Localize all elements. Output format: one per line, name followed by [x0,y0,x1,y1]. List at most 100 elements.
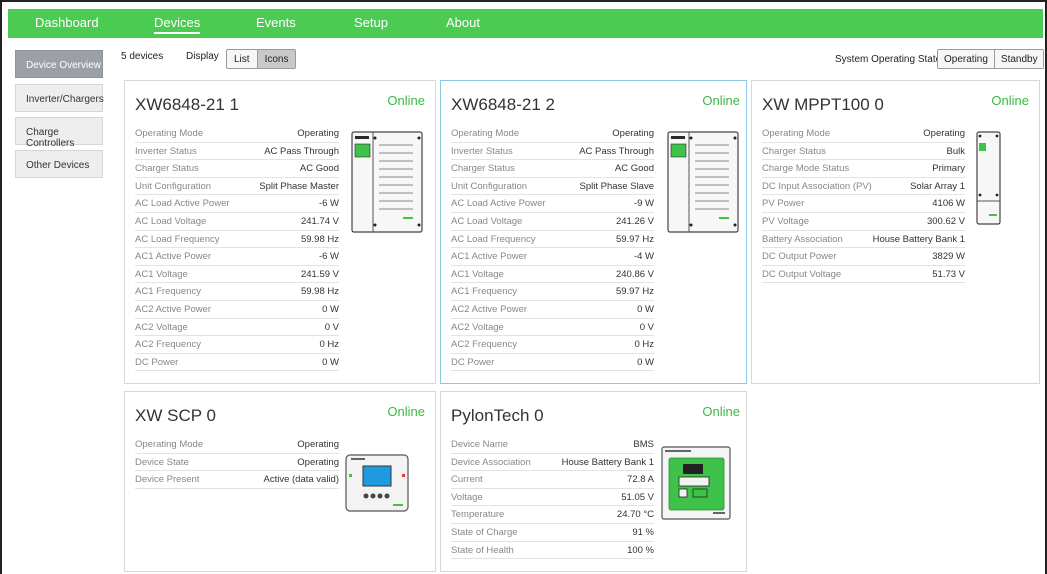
property-value: AC Good [299,163,339,175]
property-label: State of Health [451,544,514,556]
property-label: Unit Configuration [135,180,212,192]
property-value: 241.74 V [300,215,339,227]
property-value: AC Pass Through [579,145,654,157]
property-row: AC2 Active Power 0 W [135,301,339,319]
property-row: Charger Status AC Good [451,160,654,178]
property-label: AC1 Frequency [135,286,202,298]
property-label: DC Output Power [762,251,837,263]
device-card-pylontech[interactable]: PylonTech 0 Online Device Name BMS Device… [440,391,747,572]
property-value: House Battery Bank 1 [872,233,965,245]
property-value: Split Phase Master [259,180,339,192]
property-row: DC Output Voltage 51.73 V [762,266,965,284]
property-row: PV Power 4106 W [762,195,965,213]
property-row: Current 72.8 A [451,471,654,489]
property-label: PV Voltage [762,215,810,227]
property-value: 59.97 Hz [615,233,654,245]
nav-dashboard[interactable]: Dashboard [35,15,99,30]
property-label: AC1 Voltage [135,268,188,280]
property-label: AC Load Voltage [451,215,523,227]
property-value: 59.98 Hz [300,286,339,298]
property-label: AC1 Active Power [135,251,212,263]
device-title: XW6848-21 2 [451,95,555,114]
property-value: Bulk [946,145,965,157]
property-value: -9 W [633,198,654,210]
property-row: PV Voltage 300.62 V [762,213,965,231]
device-card-xw6848-1[interactable]: XW6848-21 1 Online Operating Mode Operati… [124,80,436,384]
property-row: AC Load Voltage 241.74 V [135,213,339,231]
device-status: Online [387,93,425,108]
property-value: AC Good [614,163,654,175]
device-card-mppt100[interactable]: XW MPPT100 0 Online Operating Mode Operat… [751,80,1040,384]
property-row: AC2 Frequency 0 Hz [135,336,339,354]
sidebar-item-other-devices[interactable]: Other Devices [15,150,103,178]
property-row: Charge Mode Status Primary [762,160,965,178]
property-label: AC2 Frequency [451,339,518,351]
property-label: AC2 Voltage [135,321,188,333]
property-label: Operating Mode [135,439,204,450]
property-row: Operating Mode Operating [762,125,965,143]
property-value: 91 % [632,526,654,538]
property-value: 0 V [324,321,339,333]
property-row: Device State Operating [135,454,339,472]
property-value: 4106 W [932,198,965,210]
sidebar-item-device-overview[interactable]: Device Overview [15,50,103,78]
property-label: Current [451,474,483,486]
display-icons-button[interactable]: Icons [256,50,296,68]
property-label: Battery Association [762,233,843,245]
property-row: Operating Mode Operating [135,436,339,454]
nav-about[interactable]: About [446,15,480,30]
property-label: AC Load Active Power [135,198,230,210]
property-row: Device Association House Battery Bank 1 [451,454,654,472]
device-card-scp[interactable]: XW SCP 0 Online Operating Mode Operating … [124,391,436,572]
property-value: -6 W [318,251,339,263]
property-label: Charger Status [135,163,199,175]
display-list-button[interactable]: List [227,50,257,68]
property-row: AC Load Voltage 241.26 V [451,213,654,231]
property-value: House Battery Bank 1 [561,456,654,468]
state-operating-button[interactable]: Operating [938,50,994,68]
sidebar-item-charge-controllers[interactable]: Charge Controllers [15,117,103,149]
property-row: State of Charge 91 % [451,524,654,542]
property-label: Operating Mode [451,128,520,139]
property-value: Solar Array 1 [910,180,965,192]
property-row: Operating Mode Operating [451,125,654,143]
property-label: DC Power [135,356,179,368]
property-row: Device Name BMS [451,436,654,454]
property-label: Device Present [135,474,200,486]
nav-devices[interactable]: Devices [154,15,201,34]
property-value: Active (data valid) [263,474,339,486]
property-value: Operating [923,128,965,139]
property-label: DC Output Voltage [762,268,842,280]
sidebar-item-inverter-chargers[interactable]: Inverter/Chargers [15,84,104,112]
device-title: XW MPPT100 0 [762,95,884,114]
property-value: 241.59 V [300,268,339,280]
property-row: AC Load Active Power -6 W [135,195,339,213]
property-label: AC2 Active Power [135,303,212,315]
mppt-device-icon [976,131,1001,225]
property-label: DC Power [451,356,495,368]
property-row: Voltage 51.05 V [451,489,654,507]
property-row: Inverter Status AC Pass Through [135,143,339,161]
property-value: 240.86 V [615,268,654,280]
state-standby-button[interactable]: Standby [993,50,1043,68]
property-value: 72.8 A [627,474,654,486]
system-state-toggle: Operating Standby [937,49,1044,69]
property-row: AC Load Active Power -9 W [451,195,654,213]
property-row: State of Health 100 % [451,542,654,560]
property-row: AC2 Frequency 0 Hz [451,336,654,354]
nav-setup[interactable]: Setup [354,15,388,30]
property-label: PV Power [762,198,805,210]
property-value: 51.05 V [621,491,654,503]
inverter-device-icon [667,131,739,233]
nav-events[interactable]: Events [256,15,296,30]
property-value: 241.26 V [615,215,654,227]
property-label: Device Association [451,456,531,468]
property-label: Device Name [451,439,509,450]
property-row: Charger Status AC Good [135,160,339,178]
device-count: 5 devices [121,51,164,62]
property-row: AC2 Voltage 0 V [451,319,654,337]
property-row: AC1 Active Power -6 W [135,248,339,266]
property-value: 0 W [637,303,654,315]
property-value: Operating [297,456,339,468]
device-card-xw6848-2[interactable]: XW6848-21 2 Online Operating Mode Operati… [440,80,747,384]
